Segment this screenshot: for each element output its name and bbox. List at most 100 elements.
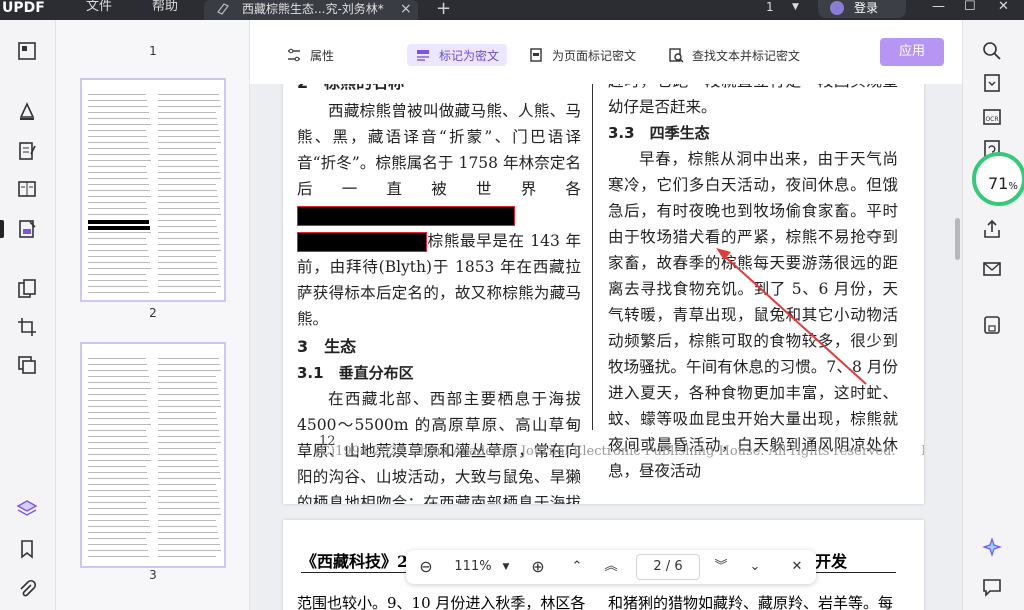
- thumbnail-text-line: [158, 220, 216, 221]
- login-button[interactable]: 登录: [818, 0, 906, 18]
- thumbnail-text-line: [158, 202, 219, 203]
- thumbnail-text-line: [158, 256, 216, 257]
- right-column: 赶时，它跑一段就直立行走一段回头观望幼仔是否赶来。 3.3 四季生态 早春，棕熊…: [608, 84, 898, 484]
- thumbnail-text-line: [88, 166, 146, 167]
- zoom-value[interactable]: 111%: [450, 558, 496, 576]
- paragraph: 西藏棕熊曾被叫做藏马熊、人熊、马熊、黑，藏语译音“折蒙”、门巴语译音“折冬”。棕…: [297, 98, 581, 332]
- thumbnail-text-line: [88, 142, 148, 143]
- previous-page-icon[interactable]: ︽: [602, 558, 620, 576]
- new-tab-icon[interactable]: +: [436, 0, 451, 19]
- paragraph-text: 西藏棕熊曾被叫做藏马熊、人熊、马熊、黑，藏语译音“折蒙”、门巴语译音“折冬”。棕…: [297, 102, 581, 198]
- bookmark-icon[interactable]: [14, 536, 40, 562]
- thumbnail-text-line: [88, 280, 147, 281]
- thumbnail-text-line: [158, 142, 221, 143]
- paragraph: 和猪猁的猎物如藏羚、藏原羚、岩羊等。每: [608, 594, 894, 610]
- redaction-box[interactable]: [297, 232, 427, 252]
- tab-count[interactable]: 1: [766, 0, 774, 14]
- thumbnail-text-line: [158, 550, 221, 551]
- thumbnail-text-line: [158, 382, 217, 383]
- first-page-icon[interactable]: ⌃: [568, 558, 586, 576]
- thumbnail-text-line: [88, 286, 148, 287]
- menu-help[interactable]: 帮助: [152, 0, 178, 20]
- comment-icon[interactable]: [14, 98, 40, 124]
- thumbnail-text-line: [158, 418, 217, 419]
- reader-mode-icon[interactable]: [14, 38, 40, 64]
- chevron-down-icon[interactable]: ▼: [500, 558, 512, 576]
- form-icon[interactable]: [14, 176, 40, 202]
- thumbnail-text-line: [88, 490, 150, 491]
- thumbnail-text-line: [88, 136, 147, 137]
- thumbnail-text-line: [88, 220, 149, 224]
- zoom-in-icon[interactable]: ⊕: [528, 558, 548, 576]
- minimize-icon[interactable]: —: [932, 0, 945, 14]
- apply-button[interactable]: 应用: [880, 38, 944, 66]
- paragraph: 赶时，它跑一段就直立行走一段回头观望幼仔是否赶来。: [608, 84, 898, 116]
- properties-button[interactable]: 属性: [286, 44, 334, 66]
- mark-page-label: 为页面标记密文: [552, 48, 637, 63]
- redaction-box[interactable]: [297, 206, 515, 226]
- thumbnail-text-line: [158, 364, 220, 365]
- thumbnail-page-3[interactable]: [80, 342, 226, 568]
- find-redact-icon: [669, 48, 684, 63]
- thumbnail-text-line: [88, 202, 146, 203]
- thumbnail-text-line: [88, 508, 147, 509]
- redact-icon[interactable]: [0, 216, 40, 242]
- zoom-out-icon[interactable]: ⊖: [416, 558, 436, 576]
- thumbnail-text-line: [88, 544, 147, 545]
- search-icon[interactable]: [981, 40, 1003, 62]
- thumbnail-text-line: [158, 424, 218, 425]
- attachment-icon[interactable]: [14, 576, 40, 602]
- convert-icon[interactable]: [981, 72, 1003, 94]
- document-tab[interactable]: 西藏棕熊生态...究-刘务林* ×: [204, 0, 418, 20]
- thumbnail-text-line: [88, 496, 151, 497]
- menu-file[interactable]: 文件: [86, 0, 112, 20]
- chevron-down-icon[interactable]: ▼: [792, 2, 799, 12]
- layers-icon[interactable]: [14, 496, 40, 522]
- page-number-input[interactable]: 2 / 6: [636, 554, 700, 580]
- sliders-icon: [288, 48, 300, 62]
- last-page-icon[interactable]: ⌄: [746, 558, 764, 576]
- thumbnail-text-line: [158, 184, 216, 185]
- ai-assistant-icon[interactable]: [981, 536, 1003, 558]
- save-icon[interactable]: [981, 314, 1003, 336]
- thumbnail-text-line: [158, 358, 219, 359]
- crop-icon[interactable]: [14, 314, 40, 340]
- share-icon[interactable]: [981, 218, 1003, 240]
- ocr-icon[interactable]: OCR: [981, 106, 1003, 128]
- email-icon[interactable]: [981, 258, 1003, 280]
- thumbnail-text-line: [158, 526, 217, 527]
- tab-close-icon[interactable]: ×: [400, 1, 412, 17]
- thumbnail-text-line: [88, 556, 149, 557]
- tools-icon[interactable]: [14, 352, 40, 378]
- thumbnail-text-line: [158, 160, 218, 161]
- chat-icon[interactable]: [981, 576, 1003, 598]
- thumbnail-text-line: [158, 274, 219, 275]
- document-tab-icon: [217, 3, 229, 15]
- next-page-icon[interactable]: ︾: [712, 558, 730, 576]
- thumbnail-panel: 1 2 3: [56, 20, 250, 610]
- mark-redaction-button[interactable]: 标记为密文: [407, 44, 508, 66]
- thumbnail-text-line: [158, 178, 221, 179]
- thumbnail-page-2[interactable]: [80, 78, 226, 302]
- thumbnail-text-line: [158, 244, 220, 245]
- organize-pages-icon[interactable]: [14, 276, 40, 302]
- find-and-redact-button[interactable]: 查找文本并标记密文: [668, 44, 800, 66]
- vertical-scrollbar[interactable]: [955, 218, 960, 260]
- thumbnail-text-line: [88, 106, 148, 107]
- thumbnail-page-number: 1: [149, 44, 157, 58]
- thumbnail-text-line: [158, 448, 216, 449]
- thumbnail-text-line: [88, 370, 148, 371]
- thumbnail-text-line: [88, 430, 146, 431]
- thumbnail-text-line: [88, 514, 148, 515]
- maximize-icon[interactable]: ☐: [964, 0, 976, 14]
- thumbnail-text-line: [158, 262, 217, 263]
- close-navigation-icon[interactable]: ✕: [788, 558, 806, 576]
- edit-pdf-icon[interactable]: [14, 138, 40, 164]
- mark-page-redaction-button[interactable]: 为页面标记密文: [528, 44, 636, 66]
- thumbnail-text-line: [158, 118, 217, 119]
- close-window-icon[interactable]: ✕: [998, 0, 1009, 14]
- page-navigation-bar: ⊖ 111% ▼ ⊕ ⌃ ︽ 2 / 6 ︾ ⌄ ✕: [406, 550, 816, 584]
- document-viewport[interactable]: 2 棕熊的名称 西藏棕熊曾被叫做藏马熊、人熊、马熊、黑，藏语译音“折蒙”、门巴语…: [250, 84, 962, 610]
- document-page: 2 棕熊的名称 西藏棕熊曾被叫做藏马熊、人熊、马熊、黑，藏语译音“折蒙”、门巴语…: [283, 84, 924, 504]
- thumbnail-text-line: [158, 532, 218, 533]
